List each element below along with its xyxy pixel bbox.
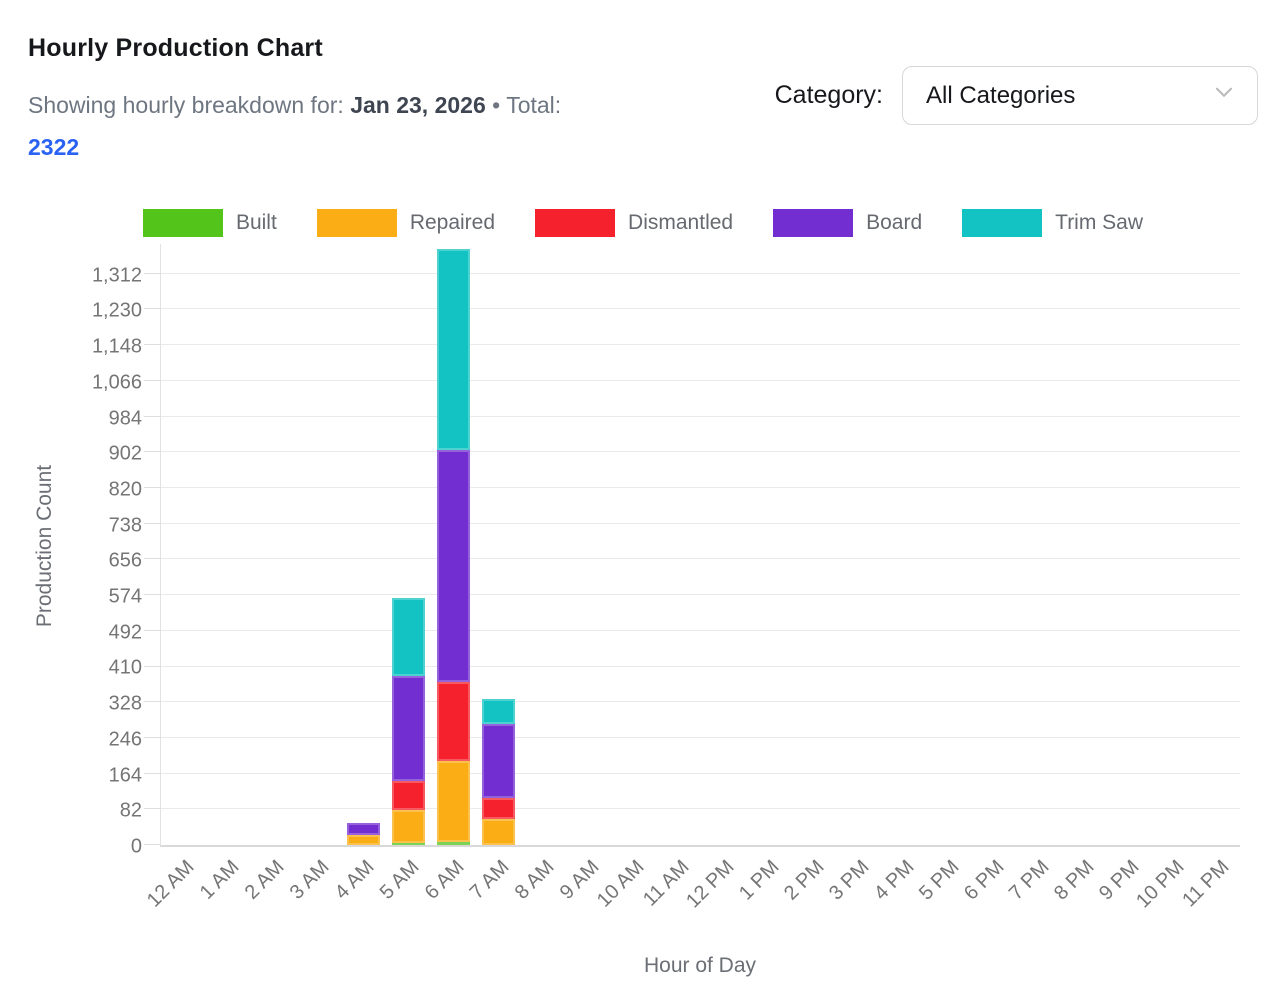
y-tick-label: 984 xyxy=(109,407,142,430)
y-tick-label: 656 xyxy=(109,550,142,573)
gridline xyxy=(161,380,1240,381)
gridline xyxy=(161,558,1240,559)
bar-segment-trim-saw[interactable] xyxy=(482,699,515,724)
y-tick-mark xyxy=(144,844,161,845)
chart-legend: Built Repaired Dismantled Board Trim Saw xyxy=(0,209,1286,237)
y-tick-mark xyxy=(144,773,161,774)
hourly-production-page: Hourly Production Chart Showing hourly b… xyxy=(0,0,1286,996)
y-tick-mark xyxy=(144,273,161,274)
bar-segment-repaired[interactable] xyxy=(347,835,380,845)
gridline xyxy=(161,451,1240,452)
bar-segment-dismantled[interactable] xyxy=(482,798,515,819)
bar-segment-board[interactable] xyxy=(347,823,380,835)
subtitle-prefix: Showing hourly breakdown for: xyxy=(28,92,344,118)
y-tick-mark xyxy=(144,451,161,452)
y-tick-label: 492 xyxy=(109,621,142,644)
gridline xyxy=(161,701,1240,702)
y-tick-mark xyxy=(144,737,161,738)
chart-subtitle: Showing hourly breakdown for: Jan 23, 20… xyxy=(28,84,738,168)
y-tick-label: 328 xyxy=(109,693,142,716)
bar-segment-repaired[interactable] xyxy=(437,761,470,841)
x-axis-title: Hour of Day xyxy=(160,954,1240,978)
gridline xyxy=(161,594,1240,595)
bar-segment-built[interactable] xyxy=(392,843,425,845)
y-tick-mark xyxy=(144,666,161,667)
gridline xyxy=(161,344,1240,345)
legend-item-trim-saw[interactable]: Trim Saw xyxy=(962,209,1143,237)
plot-area xyxy=(160,244,1240,847)
legend-item-repaired[interactable]: Repaired xyxy=(317,209,495,237)
y-tick-mark xyxy=(144,630,161,631)
bar-segment-trim-saw[interactable] xyxy=(437,249,470,449)
bar-segment-built[interactable] xyxy=(437,842,470,845)
y-tick-label: 410 xyxy=(109,657,142,680)
y-tick-mark xyxy=(144,701,161,702)
legend-swatch-icon xyxy=(962,209,1042,237)
gridline xyxy=(161,308,1240,309)
x-axis-ticks: 12 AM1 AM2 AM3 AM4 AM5 AM6 AM7 AM8 AM9 A… xyxy=(160,856,1240,966)
y-tick-label: 164 xyxy=(109,764,142,787)
legend-label: Repaired xyxy=(410,211,495,235)
category-select-value: All Categories xyxy=(926,82,1075,110)
y-tick-mark xyxy=(144,380,161,381)
legend-swatch-icon xyxy=(773,209,853,237)
y-tick-label: 0 xyxy=(131,836,142,859)
y-tick-mark xyxy=(144,308,161,309)
bar-segment-repaired[interactable] xyxy=(392,810,425,843)
subtitle-separator: • xyxy=(492,92,500,118)
legend-swatch-icon xyxy=(535,209,615,237)
y-tick-mark xyxy=(144,523,161,524)
y-tick-mark xyxy=(144,808,161,809)
gridline xyxy=(161,523,1240,524)
legend-label: Built xyxy=(236,211,277,235)
legend-swatch-icon xyxy=(143,209,223,237)
page-title: Hourly Production Chart xyxy=(28,34,323,63)
gridline xyxy=(161,773,1240,774)
category-select[interactable]: All Categories xyxy=(902,66,1258,125)
bar-segment-board[interactable] xyxy=(482,724,515,798)
chevron-down-icon xyxy=(1211,79,1237,112)
bar-segment-repaired[interactable] xyxy=(482,819,515,845)
y-tick-mark xyxy=(144,558,161,559)
y-tick-label: 574 xyxy=(109,586,142,609)
gridline xyxy=(161,487,1240,488)
legend-item-dismantled[interactable]: Dismantled xyxy=(535,209,733,237)
y-tick-label: 246 xyxy=(109,728,142,751)
gridline xyxy=(161,737,1240,738)
bar-segment-board[interactable] xyxy=(392,676,425,780)
category-label: Category: xyxy=(775,81,883,110)
legend-label: Board xyxy=(866,211,922,235)
y-tick-label: 902 xyxy=(109,443,142,466)
total-count: 2322 xyxy=(28,134,79,160)
y-tick-label: 820 xyxy=(109,478,142,501)
bar-segment-dismantled[interactable] xyxy=(392,781,425,810)
category-filter: Category: All Categories xyxy=(775,66,1258,125)
legend-label: Trim Saw xyxy=(1055,211,1143,235)
legend-swatch-icon xyxy=(317,209,397,237)
y-tick-mark xyxy=(144,416,161,417)
legend-item-built[interactable]: Built xyxy=(143,209,277,237)
gridline xyxy=(161,273,1240,274)
bar-segment-dismantled[interactable] xyxy=(437,682,470,761)
gridline xyxy=(161,630,1240,631)
y-tick-label: 738 xyxy=(109,514,142,537)
bar-segment-board[interactable] xyxy=(437,450,470,683)
legend-item-board[interactable]: Board xyxy=(773,209,922,237)
total-label: Total: xyxy=(506,92,561,118)
gridline xyxy=(161,666,1240,667)
y-tick-label: 1,312 xyxy=(92,264,142,287)
gridline xyxy=(161,808,1240,809)
bar-segment-trim-saw[interactable] xyxy=(392,598,425,676)
y-tick-label: 1,148 xyxy=(92,336,142,359)
y-axis-ticks: 0821642463284104925746567388209029841,06… xyxy=(0,244,144,847)
y-tick-mark xyxy=(144,487,161,488)
gridline xyxy=(161,416,1240,417)
y-tick-label: 1,230 xyxy=(92,300,142,323)
y-tick-mark xyxy=(144,594,161,595)
y-tick-label: 82 xyxy=(120,800,142,823)
legend-label: Dismantled xyxy=(628,211,733,235)
y-tick-mark xyxy=(144,344,161,345)
y-tick-label: 1,066 xyxy=(92,371,142,394)
subtitle-date: Jan 23, 2026 xyxy=(350,92,486,118)
